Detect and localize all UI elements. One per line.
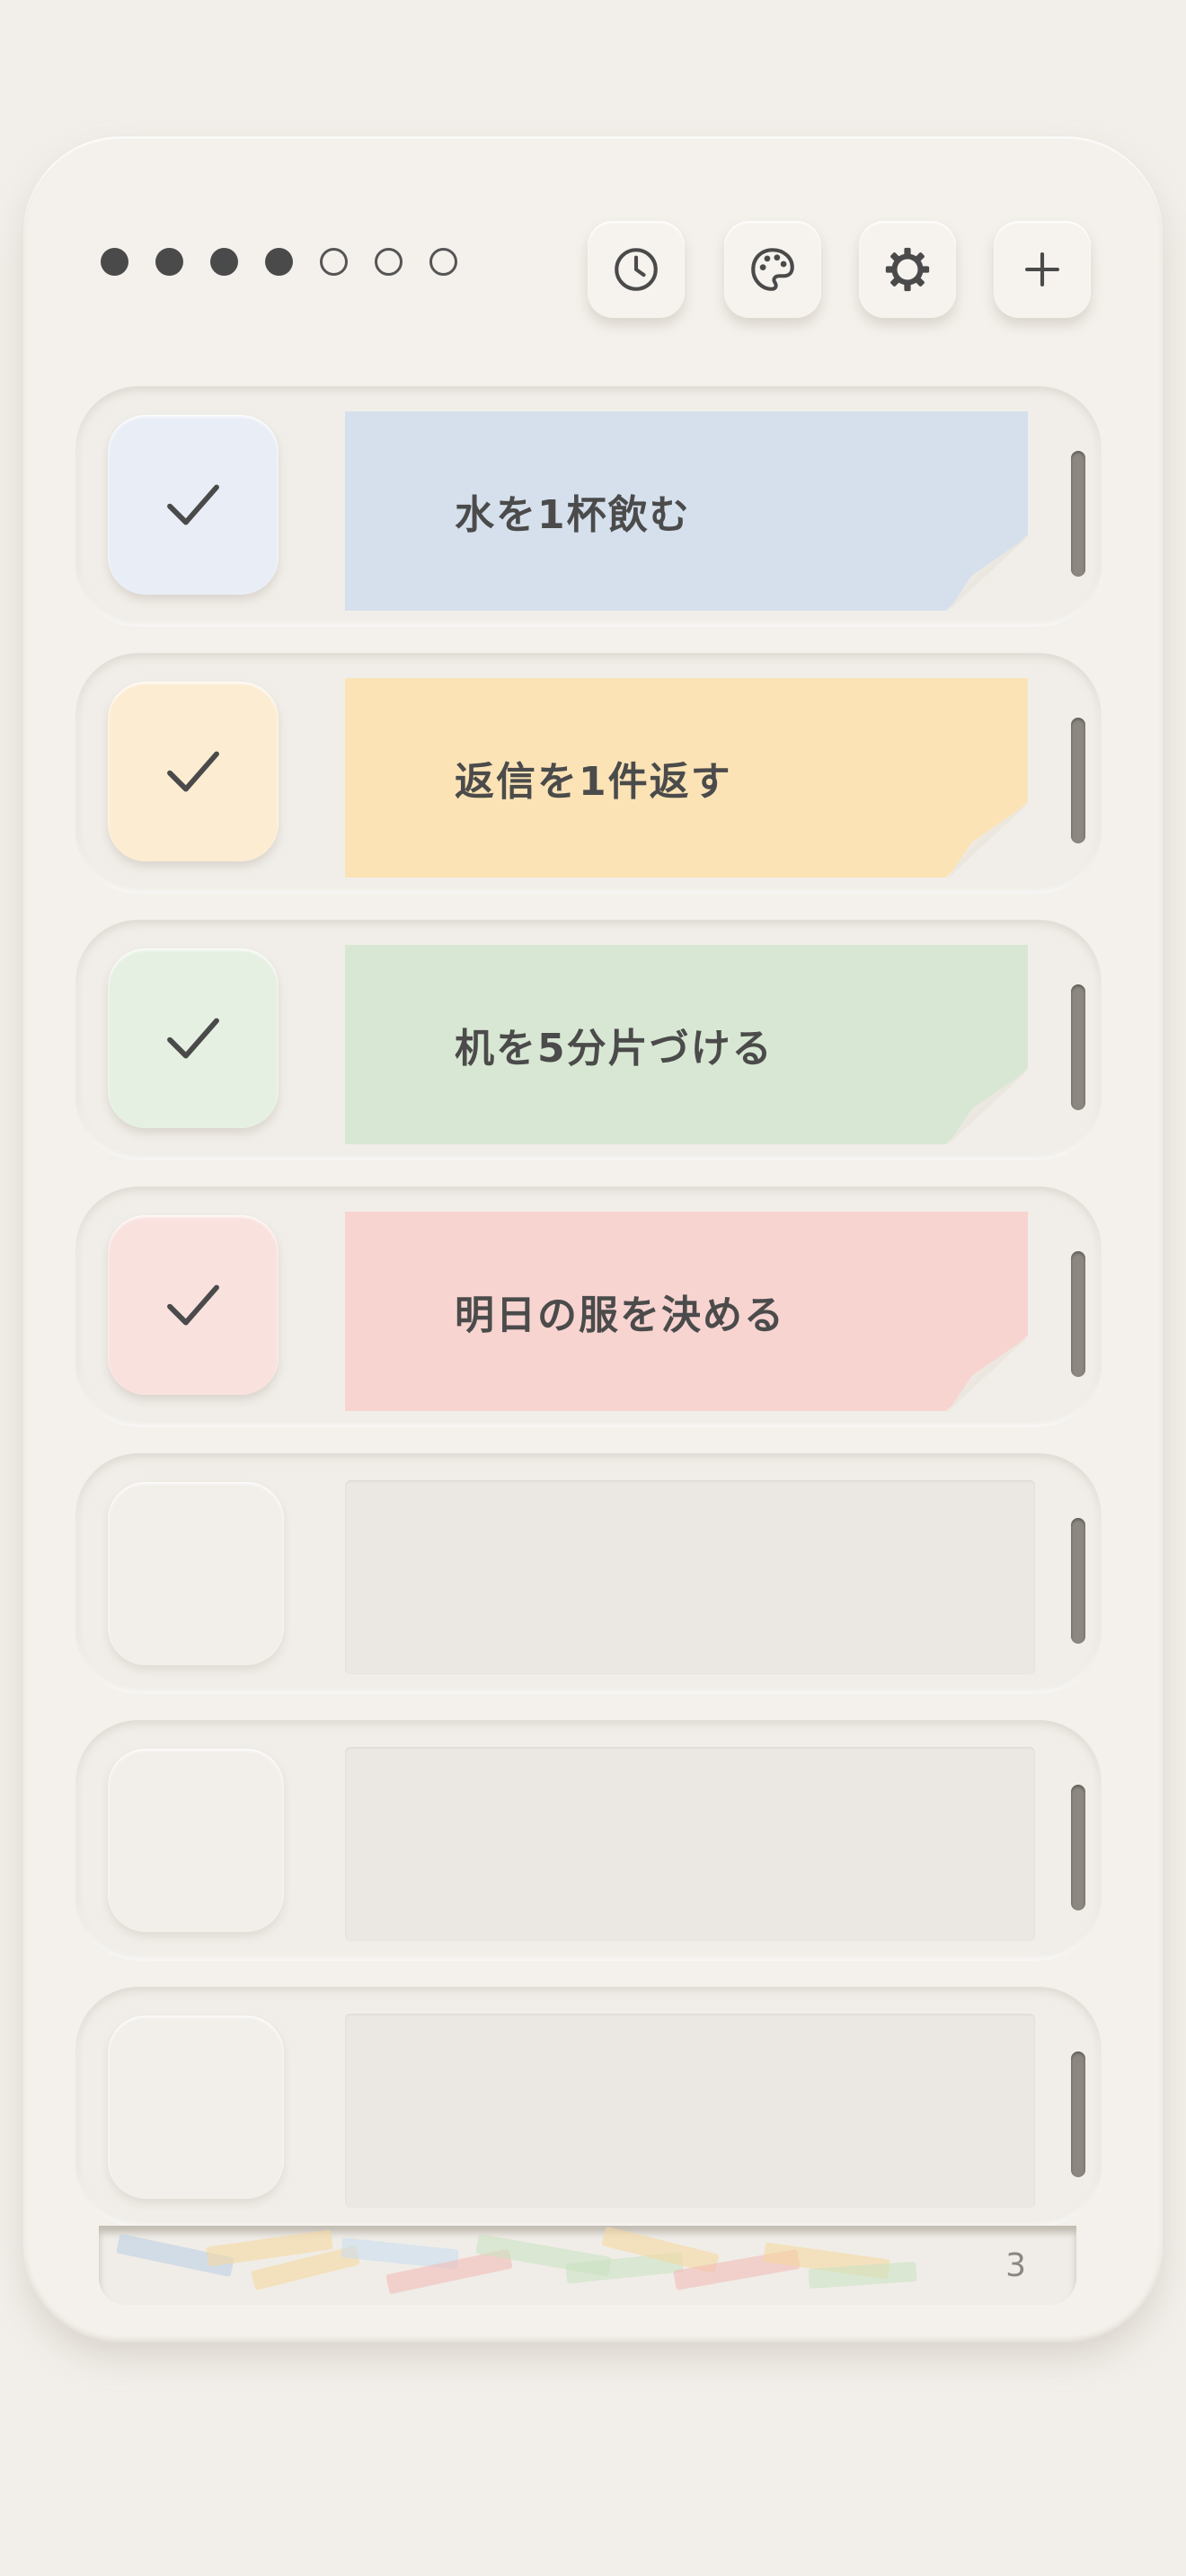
settings-button[interactable] (859, 221, 956, 318)
progress-dot (265, 248, 293, 276)
checkmark-icon (167, 484, 219, 525)
task-checkbox[interactable] (108, 948, 279, 1128)
drag-handle[interactable] (1071, 1785, 1085, 1910)
progress-dots (101, 248, 457, 276)
gear-icon (885, 247, 930, 292)
checkmark-icon (167, 1018, 219, 1059)
task-checkbox[interactable] (108, 2016, 284, 2199)
task-note[interactable]: 水を1杯飲む (345, 411, 1028, 611)
task-row: 机を5分片づける (75, 920, 1102, 1160)
task-label: 明日の服を決める (455, 1292, 785, 1338)
progress-dot (375, 248, 403, 276)
task-label: 机を5分片づける (455, 1026, 774, 1072)
task-row-empty (75, 1987, 1102, 2228)
archive-tray[interactable]: 3 (99, 2226, 1076, 2305)
clock-icon (615, 248, 658, 291)
theme-button[interactable] (724, 221, 821, 318)
progress-dot (429, 248, 457, 276)
progress-dot (210, 248, 238, 276)
task-row: 返信を1件返す (75, 653, 1102, 894)
drag-handle[interactable] (1071, 718, 1085, 843)
drag-handle[interactable] (1071, 984, 1085, 1110)
checkmark-icon (167, 751, 219, 792)
task-note[interactable]: 机を5分片づける (345, 945, 1028, 1144)
palette-icon (751, 248, 794, 291)
task-row: 明日の服を決める (75, 1187, 1102, 1427)
task-note[interactable]: 返信を1件返す (345, 678, 1028, 878)
task-checkbox[interactable] (108, 1482, 284, 1665)
checkmark-icon (167, 1284, 219, 1326)
task-checkbox[interactable] (108, 415, 279, 595)
progress-dot (155, 248, 183, 276)
task-checkbox[interactable] (108, 682, 279, 861)
history-button[interactable] (588, 221, 685, 318)
drag-handle[interactable] (1071, 1251, 1085, 1377)
task-checkbox[interactable] (108, 1749, 284, 1932)
app-card: 水を1杯飲む 返信を1件返す 机を5分片づける 明日の服を決める 3 (23, 137, 1163, 2342)
task-checkbox[interactable] (108, 1215, 279, 1395)
progress-dot (101, 248, 128, 276)
drag-handle[interactable] (1071, 451, 1085, 577)
progress-dot (320, 248, 348, 276)
task-row-empty (75, 1453, 1102, 1694)
task-label: 返信を1件返す (455, 759, 732, 805)
drag-handle[interactable] (1071, 1518, 1085, 1644)
task-note[interactable]: 明日の服を決める (345, 1212, 1028, 1411)
plus-icon (1025, 252, 1059, 287)
task-row-empty (75, 1720, 1102, 1961)
task-row: 水を1杯飲む (75, 386, 1102, 627)
empty-task-slot[interactable] (345, 2014, 1035, 2208)
empty-task-slot[interactable] (345, 1747, 1035, 1941)
add-button[interactable] (994, 221, 1091, 318)
task-label: 水を1杯飲む (455, 492, 691, 538)
empty-task-slot[interactable] (345, 1480, 1035, 1674)
archive-count: 3 (1005, 2247, 1026, 2284)
drag-handle[interactable] (1071, 2051, 1085, 2177)
